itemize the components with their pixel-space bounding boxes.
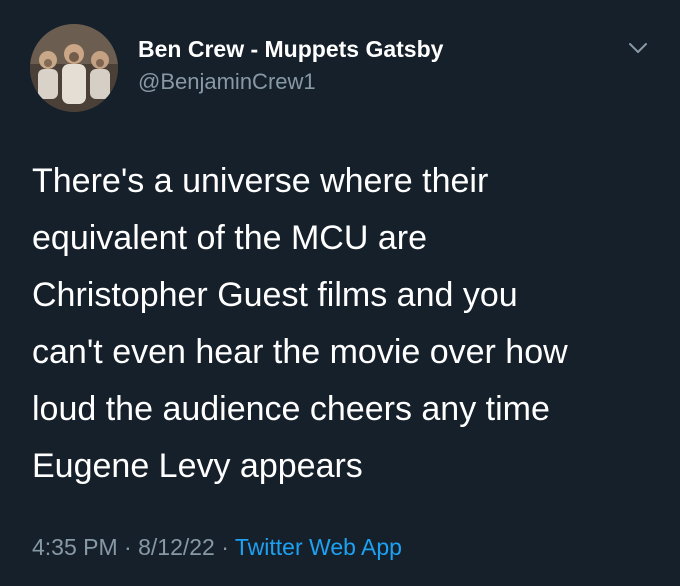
meta-separator: · — [124, 534, 132, 560]
user-handle[interactable]: @BenjaminCrew1 — [138, 69, 316, 95]
tweet-time[interactable]: 4:35 PM — [32, 534, 118, 560]
chevron-down-icon[interactable] — [626, 36, 650, 60]
tweet-source-link[interactable]: Twitter Web App — [235, 534, 402, 560]
meta-separator: · — [221, 534, 229, 560]
tweet-card: Ben Crew - Muppets Gatsby @BenjaminCrew1… — [0, 0, 680, 586]
tweet-date[interactable]: 8/12/22 — [138, 534, 215, 560]
avatar[interactable] — [30, 24, 118, 112]
display-name[interactable]: Ben Crew - Muppets Gatsby — [138, 36, 443, 63]
profile-photo-icon — [30, 24, 118, 112]
tweet-meta: 4:35 PM · 8/12/22 · Twitter Web App — [32, 534, 402, 561]
tweet-text: There's a universe where their equivalen… — [32, 162, 568, 485]
